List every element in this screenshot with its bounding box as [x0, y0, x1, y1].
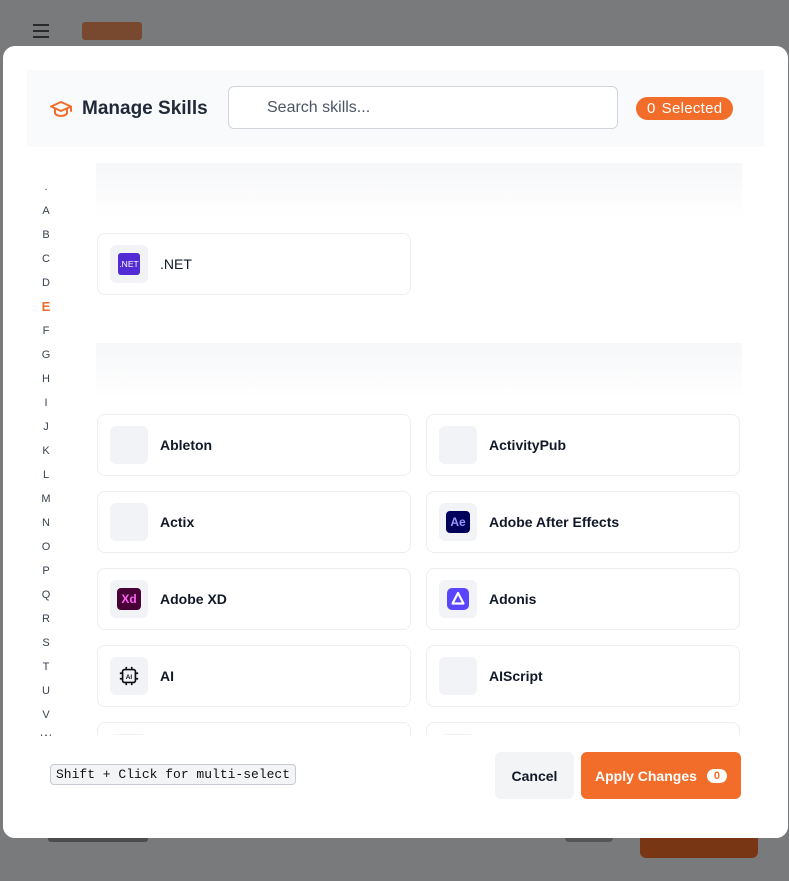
apply-count-badge: 0: [706, 768, 728, 783]
skill-card-aiscript[interactable]: AIScript: [426, 645, 740, 707]
skill-card-partial[interactable]: [97, 722, 411, 735]
skill-label: Ableton: [160, 437, 213, 453]
alphabet-letter[interactable]: O: [42, 535, 51, 559]
adonis-icon: [439, 580, 477, 618]
alphabet-letter[interactable]: F: [43, 319, 50, 343]
alphabet-letter[interactable]: J: [43, 415, 49, 439]
skill-card-ai[interactable]: AI AI: [97, 645, 411, 707]
dotnet-icon: .NET: [110, 245, 148, 283]
multi-select-hint: Shift + Click for multi-select: [50, 764, 297, 785]
skill-label: ActivityPub: [489, 437, 567, 453]
selected-count: 0: [647, 100, 656, 117]
actix-icon: [110, 503, 148, 541]
skill-card-adonis[interactable]: Adonis: [426, 568, 740, 630]
manage-skills-modal: Manage Skills 0 Selected .ABCDEFGHIJKLMN…: [3, 46, 788, 838]
alphabet-letter[interactable]: U: [42, 679, 50, 703]
alphabet-letter[interactable]: N: [42, 511, 50, 535]
modal-header: Manage Skills 0 Selected: [27, 70, 764, 147]
skill-label: .NET: [160, 256, 192, 272]
alphabet-letter[interactable]: C: [42, 247, 50, 271]
skill-card-dotnet[interactable]: .NET .NET: [97, 233, 411, 295]
alphabet-letter[interactable]: E: [42, 295, 51, 319]
alphabet-letter[interactable]: R: [42, 607, 50, 631]
alphabet-letter[interactable]: S: [42, 631, 49, 655]
ai-chip-text: AI: [126, 674, 133, 681]
alphabet-letter[interactable]: V: [42, 703, 49, 727]
alphabet-index: .ABCDEFGHIJKLMNOPQRSTUVW: [35, 175, 57, 751]
graduation-cap-icon: [49, 97, 73, 121]
alphabet-letter[interactable]: B: [42, 223, 49, 247]
ai-chip-icon: AI: [110, 657, 148, 695]
group-header-dot: [96, 163, 742, 219]
skill-card-activitypub[interactable]: ActivityPub: [426, 414, 740, 476]
alphabet-letter[interactable]: D: [42, 271, 50, 295]
selected-label: Selected: [661, 100, 723, 117]
alphabet-letter[interactable]: .: [44, 175, 47, 199]
alphabet-letter[interactable]: L: [43, 463, 49, 487]
alphabet-letter[interactable]: K: [42, 439, 49, 463]
skill-icon: [110, 734, 148, 735]
alphabet-letter[interactable]: G: [42, 343, 51, 367]
after-effects-logo: Ae: [446, 511, 470, 533]
alphabet-letter[interactable]: P: [42, 559, 49, 583]
adobe-xd-logo: Xd: [117, 588, 141, 610]
skill-card-partial[interactable]: [426, 722, 740, 735]
skill-card-after-effects[interactable]: Ae Adobe After Effects: [426, 491, 740, 553]
cancel-button[interactable]: Cancel: [495, 752, 574, 799]
skill-label: AIScript: [489, 668, 543, 684]
skill-label: Adobe After Effects: [489, 514, 620, 530]
selected-count-badge: 0 Selected: [636, 97, 734, 120]
after-effects-icon: Ae: [439, 503, 477, 541]
apply-changes-button[interactable]: Apply Changes 0: [581, 752, 741, 799]
apply-changes-label: Apply Changes: [594, 767, 697, 784]
skill-card-adobe-xd[interactable]: Xd Adobe XD: [97, 568, 411, 630]
group-header-a: [96, 343, 742, 399]
adobe-xd-icon: Xd: [110, 580, 148, 618]
skill-card-actix[interactable]: Actix: [97, 491, 411, 553]
skill-card-ableton[interactable]: Ableton: [97, 414, 411, 476]
ableton-icon: [110, 426, 148, 464]
skill-label: Adonis: [489, 591, 537, 607]
aiscript-icon: [439, 657, 477, 695]
activitypub-icon: [439, 426, 477, 464]
alphabet-letter[interactable]: H: [42, 367, 50, 391]
search-input[interactable]: [228, 86, 618, 129]
alphabet-letter[interactable]: M: [41, 487, 50, 511]
skill-label: Actix: [160, 514, 195, 530]
skill-icon: [439, 734, 477, 735]
alphabet-letter[interactable]: T: [43, 655, 50, 679]
skill-label: AI: [160, 668, 174, 684]
alphabet-letter[interactable]: Q: [42, 583, 51, 607]
skill-label: Adobe XD: [160, 591, 227, 607]
modal-footer: Shift + Click for multi-select Cancel Ap…: [3, 736, 788, 838]
skills-list: .NET .NET Ableton ActivityPub Actix Ae A…: [96, 163, 742, 735]
alphabet-letter[interactable]: A: [42, 199, 49, 223]
alphabet-letter[interactable]: I: [44, 391, 47, 415]
dotnet-logo: .NET: [118, 253, 140, 275]
modal-title: Manage Skills: [82, 97, 208, 119]
